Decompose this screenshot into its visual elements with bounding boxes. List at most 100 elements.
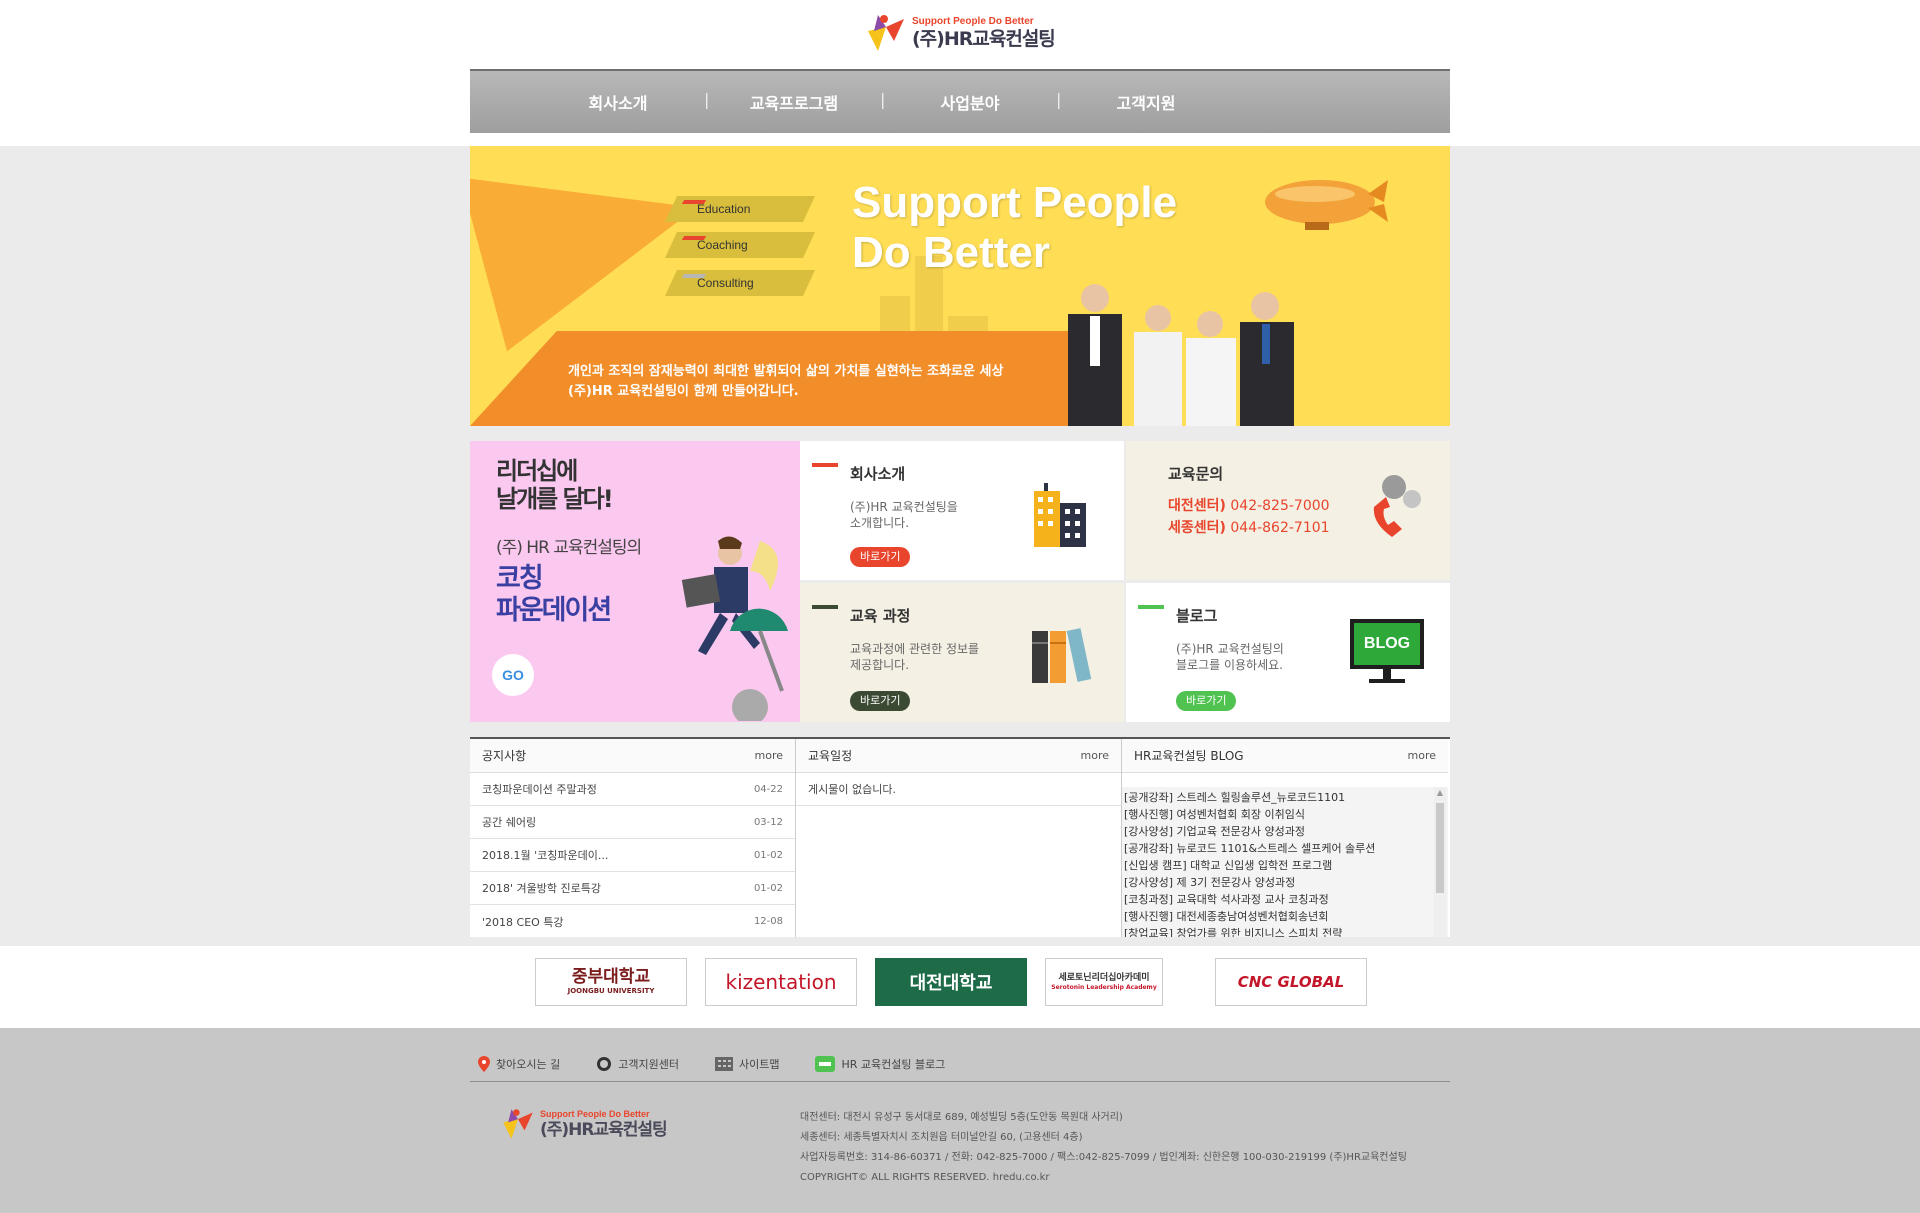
contact-daejeon[interactable]: 대전센터) 042-825-7000 [1168, 495, 1330, 517]
notice-row[interactable]: 2018' 겨울방학 진로특강 01-02 [470, 872, 795, 905]
board-blog-title: HR교육컨설팅 BLOG [1134, 749, 1244, 763]
contact-sejong[interactable]: 세종센터) 044-862-7101 [1168, 517, 1330, 539]
notice-row[interactable]: 코칭파운데이션 주말과정 04-22 [470, 773, 795, 806]
blog-feed-item[interactable]: [공개강좌] 뉴로코드 1101&스트레스 셀프케어 솔루션 [1124, 840, 1428, 857]
partner-serotonin-sub: Serotonin Leadership Academy [1051, 983, 1157, 991]
board-schedule-more-link[interactable]: more [1081, 749, 1110, 762]
nav-support[interactable]: 고객지원 [1056, 90, 1234, 114]
footer-link-directions[interactable]: 찾아오시는 길 [478, 1055, 560, 1072]
board-blog-header: HR교육컨설팅 BLOG more [1122, 739, 1448, 773]
banner-copy-line1: 개인과 조직의 잠재능력이 최대한 발휘되어 삶의 가치를 실현하는 조화로운 … [568, 364, 1004, 379]
winged-businessman-illustration [681, 536, 788, 721]
footer-nav: 찾아오시는 길 고객지원센터 사이트맵 HR 교육컨설팅 블로그 [470, 1046, 1450, 1082]
partner-joongbu-sub: JOONGBU UNIVERSITY [567, 987, 655, 995]
footer-logo-star-icon [503, 1109, 533, 1139]
nav-programs[interactable]: 교육프로그램 [704, 90, 882, 114]
blog-badge-icon [815, 1055, 836, 1072]
footer-logo: Support People Do Better (주)HR교육컨설팅 [500, 1106, 668, 1142]
blog-feed-item[interactable]: [행사진행] 여성벤처협회 회장 이취임식 [1124, 806, 1428, 823]
logo-tagline: Support People Do Better [912, 16, 1034, 27]
notice-row-date: 04-22 [753, 783, 783, 795]
headset-icon [597, 1056, 612, 1071]
contact-daejeon-number: 042-825-7000 [1230, 498, 1330, 514]
footer-link-support[interactable]: 고객지원센터 [596, 1056, 679, 1072]
footer-copyright: COPYRIGHT© ALL RIGHTS RESERVED. hredu.co… [800, 1172, 1050, 1183]
contact-sejong-number: 044-862-7101 [1230, 520, 1330, 536]
blog-feed-item[interactable]: [코칭과정] 교육대학 석사과정 교사 코칭과정 [1124, 891, 1428, 908]
promo-headline: 리더십에 날개를 달다! [496, 457, 614, 513]
promo-program-line1: 코칭 [496, 563, 544, 594]
books-icon [1032, 628, 1092, 683]
notice-row-date: 01-02 [753, 849, 783, 861]
blog-feed-item[interactable]: [창업교육] 창업가를 위한 비지니스 스피치 전략 [1124, 925, 1428, 937]
tile-about-accent [812, 463, 838, 467]
promo-go-button[interactable]: GO [492, 654, 534, 696]
logo-name: (주)HR교육컨설팅 [912, 28, 1056, 50]
footer-business-info: 사업자등록번호: 314-86-60371 / 전화: 042-825-7000… [800, 1152, 1407, 1163]
footer-daejeon-address: 대전센터: 대전시 유성구 동서대로 689, 예성빌딩 5층(도안동 목원대 … [800, 1112, 1123, 1123]
footer-sejong-address: 세종센터: 세종특별자치시 조치원읍 터미널안길 60, (고용센터 4층) [800, 1132, 1083, 1143]
blog-feed-item[interactable]: [강사양성] 제 3기 전문강사 양성과정 [1124, 874, 1428, 891]
header: Support People Do Better (주)HR교육컨설팅 회사소개… [0, 0, 1920, 146]
tile-about-button[interactable]: 바로가기 [850, 547, 911, 567]
banner-title-line2: Do Better [852, 228, 1051, 277]
notice-row[interactable]: 2018.1월 '코칭파운데이... 01-02 [470, 839, 795, 872]
partner-kizentation[interactable]: kizentation [705, 958, 857, 1006]
main-nav: 회사소개 교육프로그램 사업분야 고객지원 [470, 69, 1450, 133]
footer-logo-tagline: Support People Do Better [540, 1108, 650, 1119]
blog-feed-item[interactable]: [강사양성] 기업교육 전문강사 양성과정 [1124, 823, 1428, 840]
partner-logos: 중부대학교 JOONGBU UNIVERSITY kizentation 대전대… [0, 946, 1920, 1028]
nav-about[interactable]: 회사소개 [530, 90, 706, 114]
board-notice-more-link[interactable]: more [755, 749, 784, 762]
board-notice: 공지사항 more 코칭파운데이션 주말과정 04-22 공간 쉐어링 03-12 … [470, 739, 796, 937]
partner-serotonin-name: 세로토닌리더십아카데미 [1058, 973, 1150, 983]
partner-daejeon-univ[interactable]: 대전대학교 [875, 958, 1027, 1006]
partner-serotonin[interactable]: 세로토닌리더십아카데미 Serotonin Leadership Academy [1045, 958, 1163, 1006]
tile-about[interactable]: 회사소개 (주)HR 교육컨설팅을 소개합니다. 바로가기 [800, 441, 1124, 580]
notice-row[interactable]: '2018 CEO 특강 12-08 [470, 905, 795, 938]
footer-link-sitemap[interactable]: 사이트맵 [714, 1056, 779, 1072]
scroll-thumb[interactable] [1436, 803, 1444, 893]
tile-inquiry-contacts: 대전센터) 042-825-7000 세종센터) 044-862-7101 [1168, 495, 1330, 539]
logo-star-icon [868, 15, 904, 51]
tile-course[interactable]: 교육 과정 교육과정에 관련한 정보를 제공합니다. 바로가기 [800, 583, 1124, 722]
blog-feed-scrollbar[interactable]: ▲ [1434, 787, 1446, 937]
blog-feed-item[interactable]: [신입생 캠프] 대학교 신입생 입학전 프로그램 [1124, 857, 1428, 874]
notice-row-title: 공간 쉐어링 [482, 816, 537, 829]
banner-title-line1: Support People [852, 178, 1178, 227]
tile-blog-title: 블로그 [1176, 607, 1218, 625]
promo-headline-line1: 리더십에 [496, 457, 578, 485]
footer-link-blog[interactable]: HR 교육컨설팅 블로그 [815, 1055, 945, 1072]
board-notice-header: 공지사항 more [470, 739, 795, 773]
footer-logo-name: (주)HR교육컨설팅 [540, 1119, 668, 1140]
tile-inquiry: 교육문의 대전센터) 042-825-7000 세종센터) 044-862-71… [1126, 441, 1450, 580]
blimp-illustration [1265, 180, 1388, 230]
banner-tag-education: Education [665, 196, 815, 222]
notice-row-date: 01-02 [753, 882, 783, 894]
board-schedule: 교육일정 more 게시물이 없습니다. [796, 739, 1122, 937]
coaching-foundation-promo[interactable]: 리더십에 날개를 달다! (주) HR 교육컨설팅의 코칭 파운데이션 GO [470, 441, 800, 722]
schedule-empty-message: 게시물이 없습니다. [796, 773, 1121, 806]
promo-subline: (주) HR 교육컨설팅의 [496, 538, 642, 558]
scroll-up-icon[interactable]: ▲ [1434, 787, 1446, 799]
tile-about-desc-line1: (주)HR 교육컨설팅을 [850, 500, 958, 514]
blog-feed-item[interactable]: [공개강좌] 스트레스 힐링솔루션_뉴로코드1101 [1124, 789, 1428, 806]
promo-headline-line2: 날개를 달다! [496, 485, 614, 513]
notice-row[interactable]: 공간 쉐어링 03-12 [470, 806, 795, 839]
tile-course-button[interactable]: 바로가기 [850, 691, 911, 711]
blog-feed-item[interactable]: [행사진행] 대전세종충남여성벤처협회송년회 [1124, 908, 1428, 925]
partner-joongbu[interactable]: 중부대학교 JOONGBU UNIVERSITY [535, 958, 687, 1006]
board-blog-more-link[interactable]: more [1408, 749, 1437, 762]
telephone-icon [1373, 475, 1421, 537]
nav-business[interactable]: 사업분야 [880, 90, 1058, 114]
tile-blog-button[interactable]: 바로가기 [1176, 691, 1237, 711]
main-banner: Education Coaching Consulting Support Pe… [470, 146, 1450, 426]
banner-tag-consulting: Consulting [665, 270, 815, 296]
site-logo[interactable]: Support People Do Better (주)HR교육컨설팅 [864, 10, 1074, 56]
board-schedule-header: 교육일정 more [796, 739, 1121, 773]
tile-course-desc: 교육과정에 관련한 정보를 제공합니다. [850, 641, 979, 673]
tile-blog[interactable]: 블로그 (주)HR 교육컨설팅의 블로그를 이용하세요. 바로가기 BLOG [1126, 583, 1450, 722]
promo-program-name: 코칭 파운데이션 [496, 563, 612, 627]
blog-monitor-icon: BLOG [1350, 619, 1424, 689]
partner-cnc-global[interactable]: CNC GLOBAL [1215, 958, 1367, 1006]
